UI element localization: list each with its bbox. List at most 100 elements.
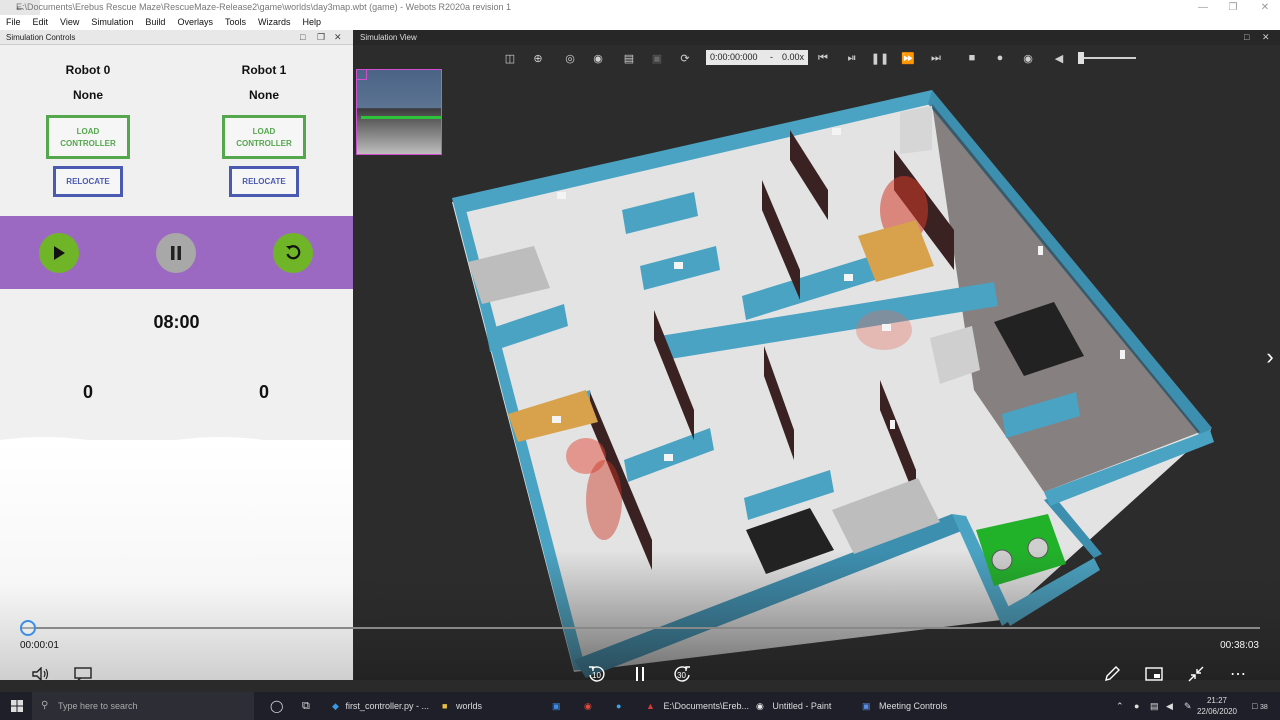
paint-icon: ◉ — [756, 701, 764, 711]
microphone-icon[interactable]: ● — [1134, 692, 1139, 720]
mini-view-icon — [1145, 667, 1163, 681]
edge-icon[interactable]: ● — [616, 692, 621, 720]
taskbar-app-explorer[interactable]: ■ worlds — [442, 692, 482, 720]
vscode-icon: ◆ — [332, 701, 339, 711]
robot-name: Robot 0 — [65, 63, 111, 77]
robot-1-column: Robot 1 None LOAD CONTROLLER RELOCATE — [176, 60, 352, 197]
float-icon[interactable]: ❐ — [317, 30, 325, 45]
volume-button[interactable] — [30, 664, 52, 684]
exit-fullscreen-button[interactable] — [1185, 664, 1207, 684]
menu-file[interactable]: File — [0, 15, 27, 30]
notification-count: 38 — [1259, 704, 1268, 711]
reset-button[interactable] — [273, 233, 313, 273]
forward-30-button[interactable]: 30 — [671, 664, 693, 684]
video-elapsed-time: 00:00:01 — [20, 640, 59, 651]
collapse-icon — [1188, 666, 1204, 682]
load-controller-button[interactable]: LOAD CONTROLLER — [222, 115, 306, 159]
load-controller-button[interactable]: LOAD CONTROLLER — [46, 115, 130, 159]
pause-icon — [171, 246, 181, 260]
task-view-icon[interactable]: ⧉ — [302, 692, 310, 720]
tray-chevron-icon[interactable]: ⌃ — [1116, 692, 1124, 720]
menu-edit[interactable]: Edit — [27, 15, 55, 30]
robot-0-column: Robot 0 None LOAD CONTROLLER RELOCATE — [0, 60, 176, 197]
close-window-icon[interactable]: ✕ — [1250, 0, 1280, 15]
taskbar-app-vscode[interactable]: ◆ first_controller.py - ... — [332, 692, 429, 720]
notification-icon[interactable]: □ 38 — [1252, 692, 1268, 720]
countdown-timer: 08:00 — [153, 312, 200, 332]
robot-0-score: 0 — [82, 382, 93, 402]
system-clock[interactable]: 21:27 22/06/2020 — [1192, 692, 1242, 720]
cortana-icon[interactable]: ◯ — [270, 692, 283, 720]
taskbar-app-label: first_controller.py - ... — [345, 701, 429, 711]
video-total-time: 00:38:03 — [1220, 640, 1259, 651]
pencil-icon — [1105, 666, 1120, 681]
menu-bar: File Edit View Simulation Build Overlays… — [0, 15, 1280, 30]
pause-button[interactable] — [156, 233, 196, 273]
taskbar-app-webots[interactable]: ▲ E:\Documents\Ereb... — [646, 692, 749, 720]
network-icon[interactable]: ▤ — [1150, 692, 1159, 720]
menu-tools[interactable]: Tools — [219, 15, 252, 30]
captions-icon — [74, 667, 92, 681]
menu-wizards[interactable]: Wizards — [252, 15, 297, 30]
load-controller-label: LOAD CONTROLLER — [236, 127, 292, 148]
window-title: E:\Documents\Erebus Rescue Maze\RescueMa… — [16, 2, 512, 12]
taskbar-app-paint[interactable]: ◉ Untitled - Paint — [756, 692, 831, 720]
play-icon — [54, 246, 65, 260]
taskbar-app-meeting[interactable]: ▣ Meeting Controls — [862, 692, 947, 720]
windows-start-icon[interactable] — [8, 692, 26, 720]
robot-1-score: 0 — [258, 382, 269, 402]
more-options-icon[interactable]: ⋯ — [1227, 664, 1249, 684]
windows-taskbar: ⚲ Type here to search ◯ ⧉ ◆ first_contro… — [0, 692, 1280, 720]
taskbar-app-label: Meeting Controls — [879, 701, 948, 711]
clock-date: 22/06/2020 — [1196, 707, 1238, 716]
clock-time: 21:27 — [1206, 696, 1228, 705]
video-progress-track[interactable] — [20, 627, 1260, 629]
pause-icon — [636, 667, 644, 681]
webots-icon: ▲ — [646, 701, 655, 711]
panel-title: Simulation Controls — [6, 33, 76, 42]
speaker-tray-icon[interactable]: ◀ — [1166, 692, 1173, 720]
chevron-right-icon[interactable]: › — [1260, 342, 1280, 372]
robot-camera-overlay[interactable] — [356, 69, 442, 155]
speaker-icon — [32, 667, 49, 681]
maze-3d-render[interactable] — [354, 30, 1280, 680]
rewind-label: 10 — [592, 671, 601, 680]
undock-icon[interactable]: □ — [300, 30, 305, 45]
taskbar-search-input[interactable]: ⚲ Type here to search — [32, 692, 254, 720]
rewind-10-button[interactable]: 10 — [586, 664, 608, 684]
search-placeholder: Type here to search — [58, 701, 138, 711]
close-panel-icon[interactable]: ✕ — [334, 30, 342, 45]
search-icon: ⚲ — [41, 700, 49, 711]
menu-help[interactable]: Help — [296, 15, 327, 30]
relocate-button[interactable]: RELOCATE — [229, 166, 299, 197]
menu-overlays[interactable]: Overlays — [171, 15, 219, 30]
edit-button[interactable] — [1101, 664, 1123, 684]
video-pause-button[interactable] — [629, 664, 651, 684]
relocate-button[interactable]: RELOCATE — [53, 166, 123, 197]
robot-name: Robot 1 — [241, 63, 287, 77]
camera-green-line — [361, 116, 441, 119]
load-controller-label: LOAD CONTROLLER — [60, 127, 116, 148]
overlay-close-icon[interactable] — [357, 70, 367, 80]
simulation-view: Simulation View □ ✕ ◫ ⊕ ◎ ◉ ▤ ▣ ⟳ 0:00:0… — [354, 30, 1280, 680]
taskbar-app-store-icon[interactable]: ▣ — [552, 692, 561, 720]
menu-view[interactable]: View — [54, 15, 85, 30]
speech-bubble-icon: □ — [1252, 701, 1258, 711]
restore-icon[interactable]: ❐ — [1218, 0, 1248, 15]
robot-controller-name: None — [249, 88, 279, 102]
taskbar-app-label: E:\Documents\Ereb... — [663, 701, 749, 711]
robot-controller-name: None — [73, 88, 103, 102]
minimize-icon[interactable]: — — [1188, 0, 1218, 15]
pen-tray-icon[interactable]: ✎ — [1184, 692, 1192, 720]
captions-button[interactable] — [72, 664, 94, 684]
video-progress-handle[interactable] — [20, 620, 36, 636]
menu-simulation[interactable]: Simulation — [85, 15, 139, 30]
panel-header: Simulation Controls □ ❐ ✕ — [0, 30, 353, 45]
mini-view-button[interactable] — [1143, 664, 1165, 684]
chrome-icon[interactable]: ◉ — [584, 692, 592, 720]
forward-label: 30 — [677, 671, 686, 680]
taskbar-app-label: worlds — [455, 701, 482, 711]
wave-divider — [0, 437, 353, 448]
menu-build[interactable]: Build — [139, 15, 171, 30]
play-button[interactable] — [39, 233, 79, 273]
